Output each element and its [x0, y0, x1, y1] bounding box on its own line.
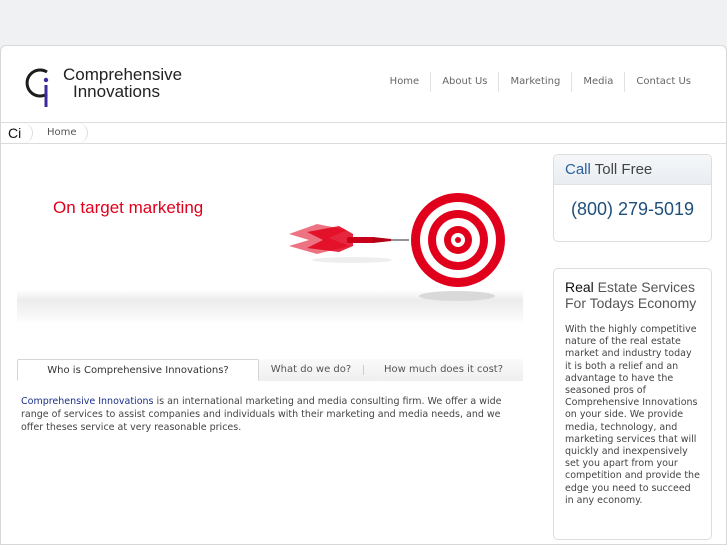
nav-media[interactable]: Media [571, 72, 624, 92]
real-estate-body: With the highly competitive nature of th… [565, 324, 700, 506]
about-brand-link[interactable]: Comprehensive Innovations [21, 396, 153, 407]
logo-line-2: Innovations [73, 82, 160, 101]
call-heading-highlight: Call [565, 161, 591, 178]
call-heading: Call Toll Free [554, 155, 711, 185]
breadcrumb: Ci Home [1, 122, 726, 144]
page: Comprehensive Innovations Home About Us … [0, 45, 727, 545]
real-estate-title-highlight: Real [565, 279, 594, 295]
breadcrumb-home[interactable]: Home [33, 123, 88, 143]
main-nav: Home About Us Marketing Media Contact Us [379, 72, 702, 92]
dart-and-target-icon [289, 193, 505, 301]
nav-about-us[interactable]: About Us [430, 72, 498, 92]
tab-how-much[interactable]: How much does it cost? [364, 359, 523, 381]
nav-home[interactable]: Home [379, 72, 431, 92]
tab-who-is[interactable]: Who is Comprehensive Innovations? [17, 359, 259, 381]
nav-marketing[interactable]: Marketing [498, 72, 571, 92]
call-heading-rest: Toll Free [590, 161, 653, 178]
real-estate-title: Real Estate Services For Todays Economy [565, 279, 700, 311]
ci-logo-mark-icon [25, 68, 49, 107]
hero-banner: On target marketing [17, 154, 523, 324]
hero-title: On target marketing [53, 198, 204, 217]
info-tabs: Who is Comprehensive Innovations? What d… [17, 359, 523, 381]
site-logo[interactable]: Comprehensive Innovations [25, 64, 205, 112]
call-toll-free-box: Call Toll Free (800) 279-5019 [553, 154, 712, 242]
phone-number[interactable]: (800) 279-5019 [554, 199, 711, 220]
breadcrumb-ci[interactable]: Ci [1, 123, 33, 143]
real-estate-box: Real Estate Services For Todays Economy … [553, 268, 712, 540]
logo-wordmark: Comprehensive Innovations [63, 66, 182, 100]
nav-contact-us[interactable]: Contact Us [624, 72, 702, 92]
about-paragraph: Comprehensive Innovations is an internat… [21, 395, 519, 434]
tab-what-do-we-do[interactable]: What do we do? [259, 359, 363, 381]
